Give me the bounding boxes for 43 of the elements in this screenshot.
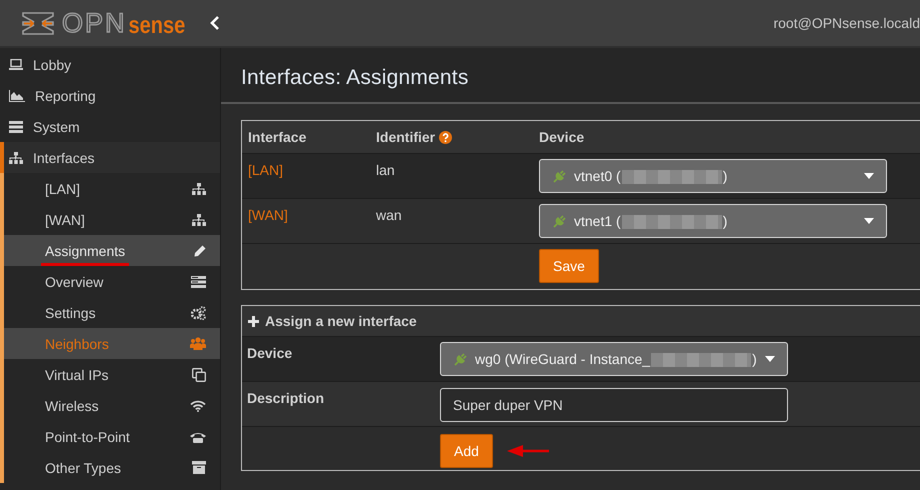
column-header: Identifier — [376, 129, 436, 145]
list-icon — [191, 276, 206, 288]
device-select[interactable]: vtnet1 ( ) — [539, 204, 887, 238]
plus-icon — [248, 316, 259, 326]
caret-down-icon — [864, 173, 874, 179]
sidebar-subitem[interactable]: Assignments — [0, 235, 220, 266]
column-header: Interface — [248, 129, 306, 145]
logo-brand-text: sense — [128, 14, 186, 38]
device-select[interactable]: wg0 (WireGuard - Instance_ ) — [440, 342, 788, 376]
help-icon — [439, 130, 452, 144]
table-cell: lan — [376, 162, 395, 178]
logo-text: OPN — [62, 10, 127, 36]
phone-icon — [190, 430, 206, 442]
users-icon — [190, 337, 206, 350]
table-cell: wan — [376, 207, 402, 223]
field-label: Device — [247, 345, 292, 361]
column-header: Device — [539, 129, 584, 145]
archive-icon — [192, 461, 206, 474]
interface-link[interactable]: [WAN] — [248, 207, 288, 223]
wifi-icon — [190, 400, 206, 412]
panel-title: Assign a new interface — [265, 313, 417, 329]
device-select[interactable]: vtnet0 ( ) — [539, 159, 887, 193]
sidebar-item[interactable]: Interfaces — [0, 142, 220, 173]
plug-icon — [453, 351, 469, 367]
sitemap-icon — [192, 214, 206, 226]
server-icon — [9, 120, 23, 132]
hourglass-logo-icon — [22, 12, 54, 34]
collapse-chevron-icon[interactable] — [210, 16, 220, 30]
copy-icon — [192, 368, 206, 382]
page-title: Interfaces: Assignments — [241, 66, 469, 90]
interface-link[interactable]: [LAN] — [248, 162, 284, 178]
caret-down-icon — [864, 218, 874, 224]
sitemap-icon — [9, 152, 23, 164]
pencil-icon — [194, 244, 206, 256]
caret-down-icon — [765, 356, 775, 362]
plug-icon — [552, 168, 568, 184]
field-label: Description — [247, 390, 324, 406]
laptop-icon — [9, 59, 23, 70]
user-menu-link[interactable]: root@OPNsense.locald — [773, 15, 920, 31]
plug-icon — [552, 213, 568, 229]
sitemap-icon — [192, 182, 206, 194]
area-chart-icon — [9, 90, 25, 102]
description-field[interactable]: Super duper VPN — [440, 388, 788, 422]
